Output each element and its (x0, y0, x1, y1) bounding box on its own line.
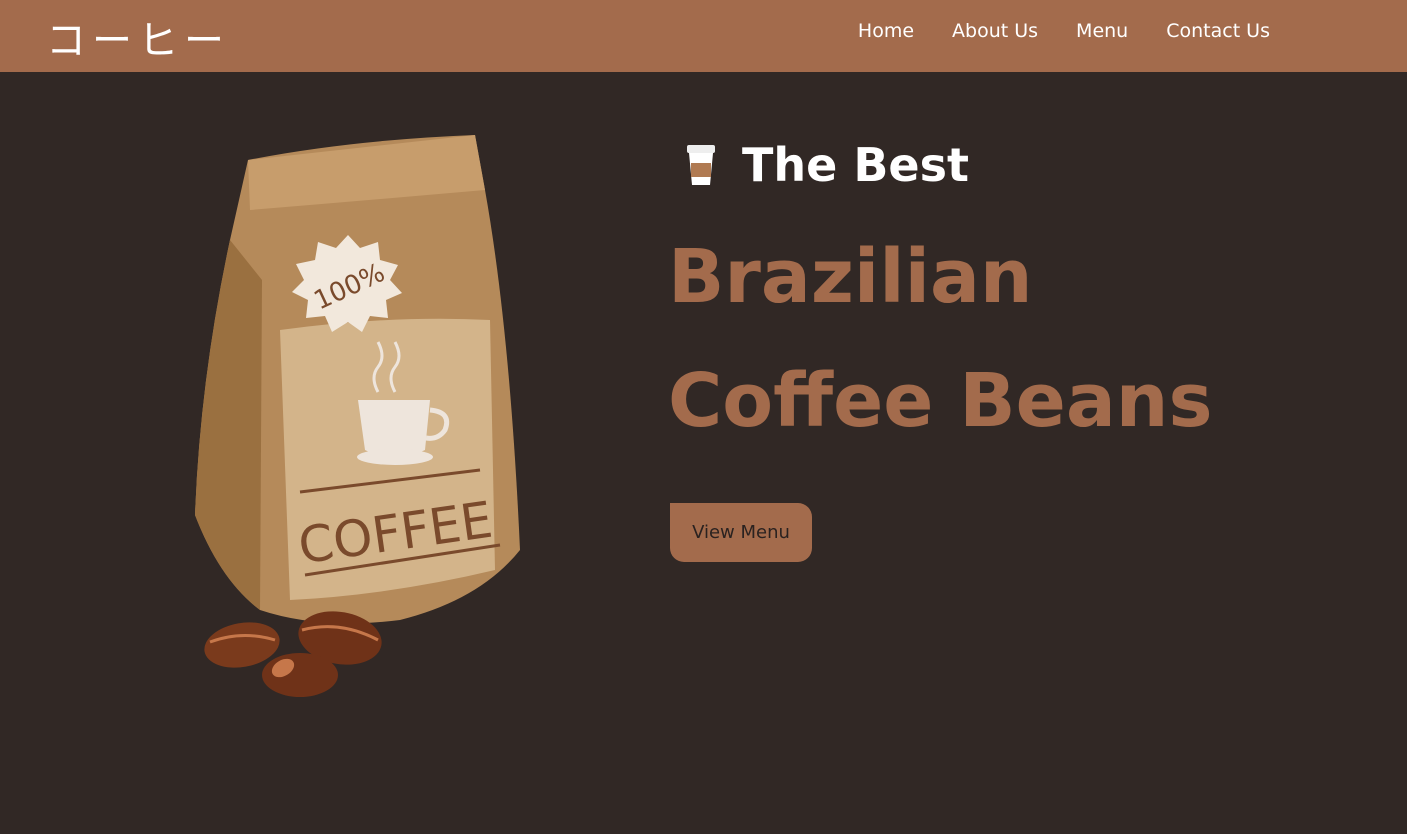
nav-link-home[interactable]: Home (858, 20, 914, 42)
hero-headline-line-2: Coffee Beans (668, 358, 1213, 444)
navbar: コーヒー Home About Us Menu Contact Us (0, 0, 1407, 72)
tagline-text: The Best (742, 138, 969, 192)
view-menu-button[interactable]: View Menu (670, 503, 812, 562)
nav-link-contact-us[interactable]: Contact Us (1166, 20, 1270, 42)
logo[interactable]: コーヒー (46, 8, 230, 66)
hero-tagline: The Best (684, 138, 969, 192)
hero-headline-line-1: Brazilian (668, 234, 1033, 320)
nav-link-about-us[interactable]: About Us (952, 20, 1038, 42)
nav-links: Home About Us Menu Contact Us (820, 20, 1270, 42)
coffee-bag-illustration: 100% COFFEE (195, 135, 520, 697)
coffee-cup-icon (687, 145, 715, 185)
nav-link-menu[interactable]: Menu (1076, 20, 1128, 42)
